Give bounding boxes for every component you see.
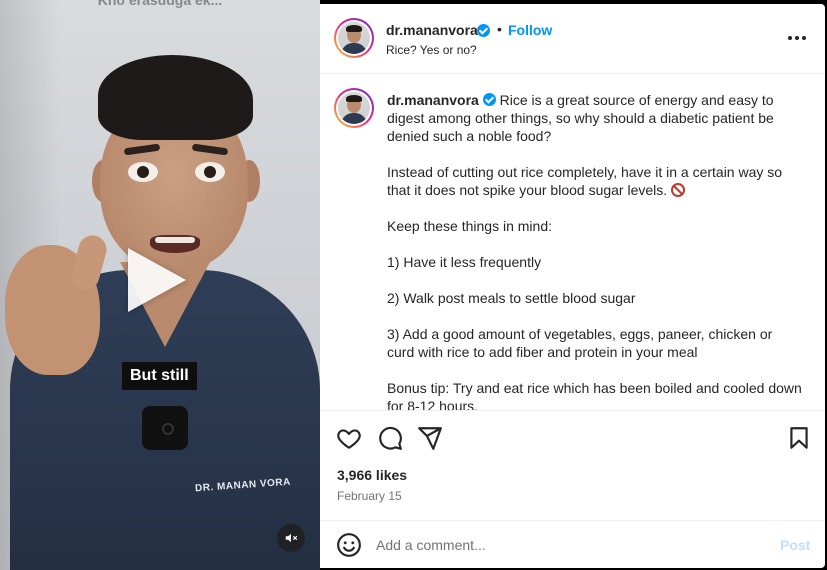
follow-button[interactable]: Follow (508, 22, 552, 38)
emoji-icon[interactable] (336, 532, 362, 558)
left-eye (128, 162, 158, 182)
header-username[interactable]: dr.mananvora (386, 22, 478, 38)
post-date[interactable]: February 15 (337, 489, 402, 503)
verified-icon (477, 24, 490, 37)
share-icon[interactable] (417, 425, 443, 451)
bookmark-icon[interactable] (786, 425, 812, 451)
video-subtitle: But still (122, 362, 197, 390)
caption-paragraph: 1) Have it less frequently (387, 254, 542, 270)
right-eye (195, 162, 225, 182)
comment-bar: Post (320, 520, 825, 568)
caption-username[interactable]: dr.mananvora (387, 92, 479, 108)
caption-text: dr.mananvora Rice is a great source of e… (387, 91, 802, 410)
post-header: dr.mananvora • Follow Rice? Yes or no? (320, 4, 825, 74)
post-audio-subtitle[interactable]: Rice? Yes or no? (386, 43, 477, 57)
likes-count[interactable]: 3,966 likes (337, 467, 407, 483)
caption-avatar[interactable] (334, 88, 374, 128)
play-icon[interactable] (128, 248, 186, 312)
comment-icon[interactable] (377, 425, 403, 451)
caption-paragraph: 3) Add a good amount of vegetables, eggs… (387, 326, 773, 360)
verified-icon (482, 93, 496, 106)
separator-dot: • (497, 21, 502, 37)
post-comment-button[interactable]: Post (780, 537, 810, 553)
lapel-mic (142, 406, 188, 450)
avatar[interactable] (334, 18, 374, 58)
more-options-icon[interactable] (788, 32, 808, 44)
post-panel: dr.mananvora • Follow Rice? Yes or no? d… (320, 4, 825, 568)
video-player[interactable]: Kno erasudga ek... DR. MANAN VORA But st… (0, 0, 320, 570)
no-entry-icon (671, 183, 686, 197)
mute-icon (285, 533, 298, 543)
caption-area[interactable]: dr.mananvora Rice is a great source of e… (320, 75, 825, 410)
caption-paragraph: Keep these things in mind: (387, 218, 552, 234)
caption-paragraph: Instead of cutting out rice completely, … (387, 164, 783, 198)
comment-input[interactable] (376, 533, 756, 557)
mute-button[interactable] (277, 524, 305, 552)
presenter-hair (98, 55, 253, 140)
caption-paragraph: Bonus tip: Try and eat rice which has be… (387, 380, 802, 410)
post-actions: 3,966 likes February 15 (320, 410, 825, 520)
caption-paragraph: 2) Walk post meals to settle blood sugar (387, 290, 636, 306)
heart-icon[interactable] (336, 425, 362, 451)
